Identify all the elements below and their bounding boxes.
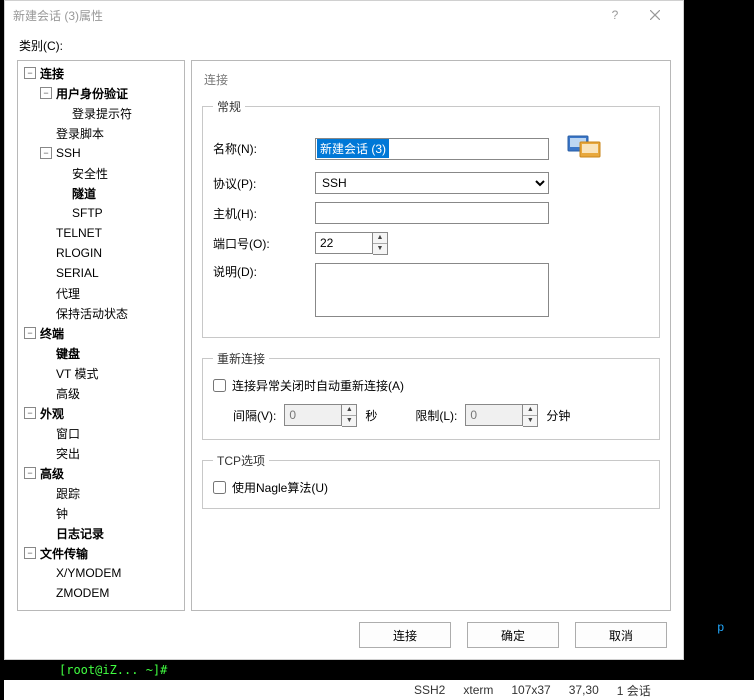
spin-up-icon[interactable]: ▲: [373, 233, 387, 244]
close-button[interactable]: [635, 1, 675, 29]
tree-highlight[interactable]: 突出: [54, 445, 82, 462]
category-tree-panel: −连接 −用户身份验证 登录提示符 登录脚本 −SSH 安全性 隧道: [17, 60, 185, 611]
category-tree[interactable]: −连接 −用户身份验证 登录提示符 登录脚本 −SSH 安全性 隧道: [18, 63, 184, 603]
interval-label: 间隔(V):: [233, 407, 276, 424]
main-split: −连接 −用户身份验证 登录提示符 登录脚本 −SSH 安全性 隧道: [17, 60, 671, 611]
tree-file-transfer[interactable]: 文件传输: [38, 545, 90, 562]
expand-toggle[interactable]: −: [24, 327, 36, 339]
limit-stepper[interactable]: ▲▼: [465, 404, 538, 427]
tree-zmodem[interactable]: ZMODEM: [54, 586, 111, 600]
status-bar: SSH2 xterm 107x37 37,30 1 会话: [4, 680, 754, 700]
expand-toggle[interactable]: −: [40, 87, 52, 99]
spin-up-icon[interactable]: ▲: [523, 405, 537, 416]
expand-toggle[interactable]: −: [24, 407, 36, 419]
minutes-unit: 分钟: [546, 407, 570, 424]
protocol-label: 协议(P):: [213, 175, 315, 192]
cancel-button[interactable]: 取消: [575, 622, 667, 648]
tree-appearance[interactable]: 外观: [38, 405, 66, 422]
tree-telnet[interactable]: TELNET: [54, 226, 104, 240]
port-input[interactable]: [315, 232, 373, 254]
tree-keep-active[interactable]: 保持活动状态: [54, 305, 130, 322]
dialog-content: 类别(C): −连接 −用户身份验证 登录提示符 登录脚本 −SSH: [5, 29, 683, 659]
status-sess: 1 会话: [617, 682, 651, 699]
background-link-fragment: p: [717, 620, 724, 634]
tree-security[interactable]: 安全性: [70, 165, 110, 182]
tree-terminal[interactable]: 终端: [38, 325, 66, 342]
category-label: 类别(C):: [19, 37, 671, 54]
spin-down-icon[interactable]: ▼: [373, 244, 387, 255]
tree-serial[interactable]: SERIAL: [54, 266, 101, 280]
name-input[interactable]: 新建会话 (3): [315, 138, 549, 160]
close-icon: [650, 10, 660, 20]
status-pos: 37,30: [569, 683, 599, 697]
tree-proxy[interactable]: 代理: [54, 285, 82, 302]
reconnect-fieldset: 重新连接 连接异常关闭时自动重新连接(A) 间隔(V): ▲▼ 秒 限制(L):: [202, 350, 660, 440]
tree-keyboard[interactable]: 键盘: [54, 345, 82, 362]
port-label: 端口号(O):: [213, 235, 315, 252]
reconnect-legend: 重新连接: [213, 350, 269, 367]
tree-window[interactable]: 窗口: [54, 425, 82, 442]
tree-vt-mode[interactable]: VT 模式: [54, 365, 100, 382]
status-size: 107x37: [511, 683, 550, 697]
dialog-buttons: 连接 确定 取消: [17, 611, 671, 659]
name-label: 名称(N):: [213, 140, 315, 157]
limit-input[interactable]: [465, 404, 523, 426]
tree-trace[interactable]: 跟踪: [54, 485, 82, 502]
panel-heading: 连接: [204, 71, 660, 88]
status-term: xterm: [463, 683, 493, 697]
tree-sftp[interactable]: SFTP: [70, 206, 105, 220]
tcp-fieldset: TCP选项 使用Nagle算法(U): [202, 452, 660, 509]
auto-reconnect-checkbox[interactable]: 连接异常关闭时自动重新连接(A): [213, 377, 649, 394]
seconds-unit: 秒: [365, 407, 377, 424]
tcp-legend: TCP选项: [213, 452, 269, 469]
tree-user-auth[interactable]: 用户身份验证: [54, 85, 130, 102]
general-legend: 常规: [213, 98, 245, 115]
tree-advanced-t[interactable]: 高级: [54, 385, 82, 402]
help-button[interactable]: ?: [595, 1, 635, 29]
port-stepper[interactable]: ▲▼: [315, 232, 388, 255]
desc-label: 说明(D):: [213, 263, 315, 280]
tree-connection[interactable]: 连接: [38, 65, 66, 82]
tree-bell[interactable]: 钟: [54, 505, 70, 522]
host-label: 主机(H):: [213, 205, 315, 222]
expand-toggle[interactable]: −: [24, 67, 36, 79]
tree-ssh[interactable]: SSH: [54, 146, 83, 160]
expand-toggle[interactable]: −: [40, 147, 52, 159]
tree-logging[interactable]: 日志记录: [54, 525, 106, 542]
connect-button[interactable]: 连接: [359, 622, 451, 648]
nagle-checkbox[interactable]: 使用Nagle算法(U): [213, 479, 649, 496]
spin-down-icon[interactable]: ▼: [342, 416, 356, 427]
terminal-fragment: [root@iZ... ~]#: [55, 660, 754, 680]
interval-input[interactable]: [284, 404, 342, 426]
host-input[interactable]: [315, 202, 549, 224]
expand-toggle[interactable]: −: [24, 547, 36, 559]
properties-dialog: 新建会话 (3)属性 ? 类别(C): −连接 −用户身份验证 登录提示符 登录…: [4, 0, 684, 660]
tree-xymodem[interactable]: X/YMODEM: [54, 566, 123, 580]
session-icon: [567, 133, 601, 164]
ok-button[interactable]: 确定: [467, 622, 559, 648]
spin-down-icon[interactable]: ▼: [523, 416, 537, 427]
tree-advanced[interactable]: 高级: [38, 465, 66, 482]
tree-login-prompt[interactable]: 登录提示符: [70, 105, 134, 122]
general-fieldset: 常规 名称(N): 新建会话 (3): [202, 98, 660, 338]
protocol-select[interactable]: SSH: [315, 172, 549, 194]
limit-label: 限制(L):: [415, 407, 457, 424]
tree-tunnel[interactable]: 隧道: [70, 185, 98, 202]
tree-rlogin[interactable]: RLOGIN: [54, 246, 104, 260]
status-ssh: SSH2: [414, 683, 445, 697]
tree-login-script[interactable]: 登录脚本: [54, 125, 106, 142]
expand-toggle[interactable]: −: [24, 467, 36, 479]
interval-stepper[interactable]: ▲▼: [284, 404, 357, 427]
titlebar: 新建会话 (3)属性 ?: [5, 1, 683, 29]
settings-panel: 连接 常规 名称(N): 新建会话 (3): [191, 60, 671, 611]
desc-textarea[interactable]: [315, 263, 549, 317]
spin-up-icon[interactable]: ▲: [342, 405, 356, 416]
window-title: 新建会话 (3)属性: [13, 7, 595, 24]
